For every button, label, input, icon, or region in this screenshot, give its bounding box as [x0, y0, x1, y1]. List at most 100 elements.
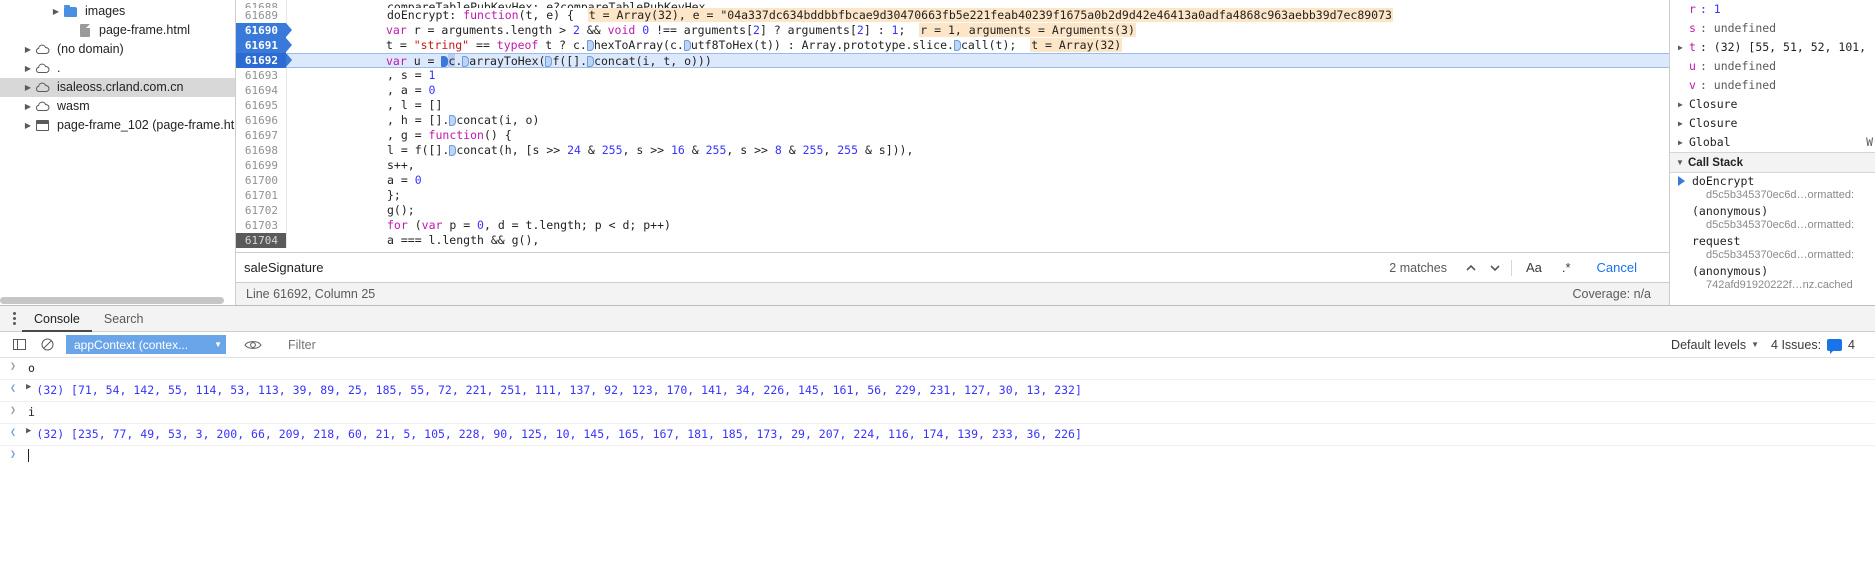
tree-item-page-frame-html[interactable]: ▶page-frame.html [0, 21, 235, 40]
console-prompt-input[interactable] [26, 448, 29, 465]
line-number[interactable]: 61693 [236, 68, 286, 83]
console-message[interactable]: ❯ i [0, 402, 1875, 424]
line-number[interactable]: 61694 [236, 83, 286, 98]
code-line-content[interactable]: for (var p = 0, d = t.length; p < d; p++… [286, 218, 1669, 233]
scope-variable-u[interactable]: u: undefined [1670, 57, 1875, 76]
call-stack-frame[interactable]: (anonymous) 742afd91920222f…nz.cached [1670, 263, 1875, 293]
line-number[interactable]: 61703 [236, 218, 286, 233]
code-line[interactable]: 61700 a = 0 [236, 173, 1669, 188]
line-number[interactable]: 61692 [236, 53, 292, 68]
call-stack-frame[interactable]: doEncrypt d5c5b345370ec6d…ormatted: [1670, 173, 1875, 203]
code-line[interactable]: 61688 compareTablePubKeyHex: e?compareTab… [236, 0, 1669, 8]
console-message-list[interactable]: ❯ o ❮ ▶ (32) [71, 54, 142, 55, 114, 53, 113,… [0, 358, 1875, 570]
cancel-search-button[interactable]: Cancel [1581, 260, 1663, 275]
call-stack-frame[interactable]: request d5c5b345370ec6d…ormatted: [1670, 233, 1875, 263]
code-line-content[interactable]: compareTablePubKeyHex: e?compareTablePub… [286, 0, 1669, 8]
disclosure-triangle-icon[interactable]: ▶ [22, 97, 34, 116]
code-line[interactable]: 61689 doEncrypt: function(t, e) { t = Arr… [236, 8, 1669, 23]
eye-icon[interactable] [240, 334, 266, 356]
code-line-content[interactable]: var u = c. arrayToHex(f([]. concat(i, t, o… [286, 53, 1669, 68]
expand-array-icon[interactable]: ▶ [26, 382, 34, 392]
code-line-content[interactable]: doEncrypt: function(t, e) { t = Array(32… [286, 8, 1669, 23]
kebab-menu-icon[interactable] [6, 312, 22, 325]
code-line[interactable]: 61690 var r = arguments.length > 2 && voi… [236, 23, 1669, 38]
console-message[interactable]: ❮ ▶ (32) [71, 54, 142, 55, 114, 53, 113, 3… [0, 380, 1875, 402]
clear-console-icon[interactable] [34, 334, 60, 356]
console-message[interactable]: ❯ [0, 446, 1875, 467]
code-line-content[interactable]: , a = 0 [286, 83, 1669, 98]
disclosure-triangle-icon[interactable]: ▶ [1678, 38, 1689, 57]
chevron-down-icon[interactable] [1483, 257, 1507, 279]
code-line[interactable]: 61691 t = "string" == typeof t ? c. hexToA… [236, 38, 1669, 53]
code-line[interactable]: 61698 l = f([]. concat(h, [s >> 24 & 255, … [236, 143, 1669, 158]
code-line[interactable]: 61693, s = 1 [236, 68, 1669, 83]
breakpoint-marker-icon[interactable] [545, 56, 553, 67]
code-line[interactable]: 61696, h = []. concat(i, o) [236, 113, 1669, 128]
code-line[interactable]: 61704 a === l.length && g(), [236, 233, 1669, 248]
disclosure-triangle-icon[interactable]: ▶ [22, 116, 34, 135]
disclosure-triangle-icon[interactable]: ▶ [1678, 114, 1689, 133]
search-input[interactable] [242, 256, 1378, 279]
navigator-horizontal-scrollbar[interactable] [0, 296, 235, 305]
breakpoint-marker-icon[interactable] [587, 56, 595, 67]
code-line-content[interactable]: t = "string" == typeof t ? c. hexToArray(… [286, 38, 1669, 53]
tree-item-isaleoss-crland-com-cn[interactable]: ▶ isaleoss.crland.com.cn [0, 78, 235, 97]
code-editor[interactable]: 61688 compareTablePubKeyHex: e?compareTab… [236, 0, 1669, 252]
code-line[interactable]: 61692 var u = c. arrayToHex(f([]. concat(i,… [236, 53, 1669, 68]
call-stack-section-header[interactable]: ▼ Call Stack [1670, 152, 1875, 173]
match-case-button[interactable]: Aa [1516, 257, 1552, 279]
code-line-content[interactable]: , g = function() { [286, 128, 1669, 143]
code-line-content[interactable]: a = 0 [286, 173, 1669, 188]
disclosure-triangle-icon[interactable]: ▶ [1678, 95, 1689, 114]
scope-section-closure-1[interactable]: ▶ Closure [1670, 114, 1875, 133]
tab-search[interactable]: Search [92, 306, 156, 332]
scope-variable-v[interactable]: v: undefined [1670, 76, 1875, 95]
code-line[interactable]: 61697, g = function() { [236, 128, 1669, 143]
code-line-content[interactable]: , s = 1 [286, 68, 1669, 83]
code-line[interactable]: 61703 for (var p = 0, d = t.length; p < d… [236, 218, 1669, 233]
execution-context-selector[interactable]: appContext (contex... ▼ [66, 335, 226, 354]
tree-item--[interactable]: ▶. [0, 59, 235, 78]
line-number[interactable]: 61701 [236, 188, 286, 203]
scope-section-global-2[interactable]: ▶ Global W [1670, 133, 1875, 152]
console-message[interactable]: ❯ o [0, 358, 1875, 380]
breakpoint-marker-icon[interactable] [449, 145, 457, 156]
code-line[interactable]: 61699 s++, [236, 158, 1669, 173]
line-number[interactable]: 61700 [236, 173, 286, 188]
scope-section-closure-0[interactable]: ▶ Closure [1670, 95, 1875, 114]
line-number[interactable]: 61689 [236, 8, 286, 23]
code-line-content[interactable]: , l = [] [286, 98, 1669, 113]
code-line[interactable]: 61702 g(); [236, 203, 1669, 218]
line-number[interactable]: 61702 [236, 203, 286, 218]
breakpoint-marker-icon[interactable] [462, 56, 470, 67]
code-line[interactable]: 61694, a = 0 [236, 83, 1669, 98]
show-console-sidebar-icon[interactable] [6, 334, 32, 356]
line-number[interactable]: 61688 [236, 0, 286, 8]
code-line[interactable]: 61701}; [236, 188, 1669, 203]
console-message[interactable]: ❮ ▶ (32) [235, 77, 49, 53, 3, 200, 66, 209… [0, 424, 1875, 446]
breakpoint-marker-icon[interactable] [449, 115, 457, 126]
code-line[interactable]: 61695, l = [] [236, 98, 1669, 113]
line-number[interactable]: 61704 [236, 233, 286, 248]
breakpoint-marker-icon[interactable] [953, 40, 961, 51]
tree-item-images[interactable]: ▶ images [0, 2, 235, 21]
line-number[interactable]: 61697 [236, 128, 286, 143]
chevron-up-icon[interactable] [1459, 257, 1483, 279]
disclosure-triangle-icon[interactable]: ▶ [22, 78, 34, 97]
log-levels-selector[interactable]: Default levels ▼ [1661, 338, 1769, 352]
expand-array-icon[interactable]: ▶ [26, 426, 34, 436]
disclosure-triangle-icon[interactable]: ▶ [1678, 133, 1689, 152]
tree-item--no-domain-[interactable]: ▶ (no domain) [0, 40, 235, 59]
line-number[interactable]: 61695 [236, 98, 286, 113]
issues-indicator[interactable]: 4 Issues: 4 [1771, 338, 1869, 354]
disclosure-triangle-icon[interactable]: ▶ [50, 2, 62, 21]
code-line-content[interactable]: g(); [286, 203, 1669, 218]
breakpoint-marker-icon[interactable] [683, 40, 691, 51]
code-line-content[interactable]: var r = arguments.length > 2 && void 0 !… [286, 23, 1669, 38]
line-number[interactable]: 61691 [236, 38, 292, 53]
line-number[interactable]: 61698 [236, 143, 286, 158]
regex-button[interactable]: .* [1552, 257, 1581, 279]
tree-item-page-frame-102-page-frame-htm[interactable]: ▶ page-frame_102 (page-frame.htm [0, 116, 235, 135]
code-line-content[interactable]: }; [286, 188, 1669, 203]
scope-variable-t[interactable]: ▶ t: (32) [55, 51, 52, 101, [1670, 38, 1875, 57]
